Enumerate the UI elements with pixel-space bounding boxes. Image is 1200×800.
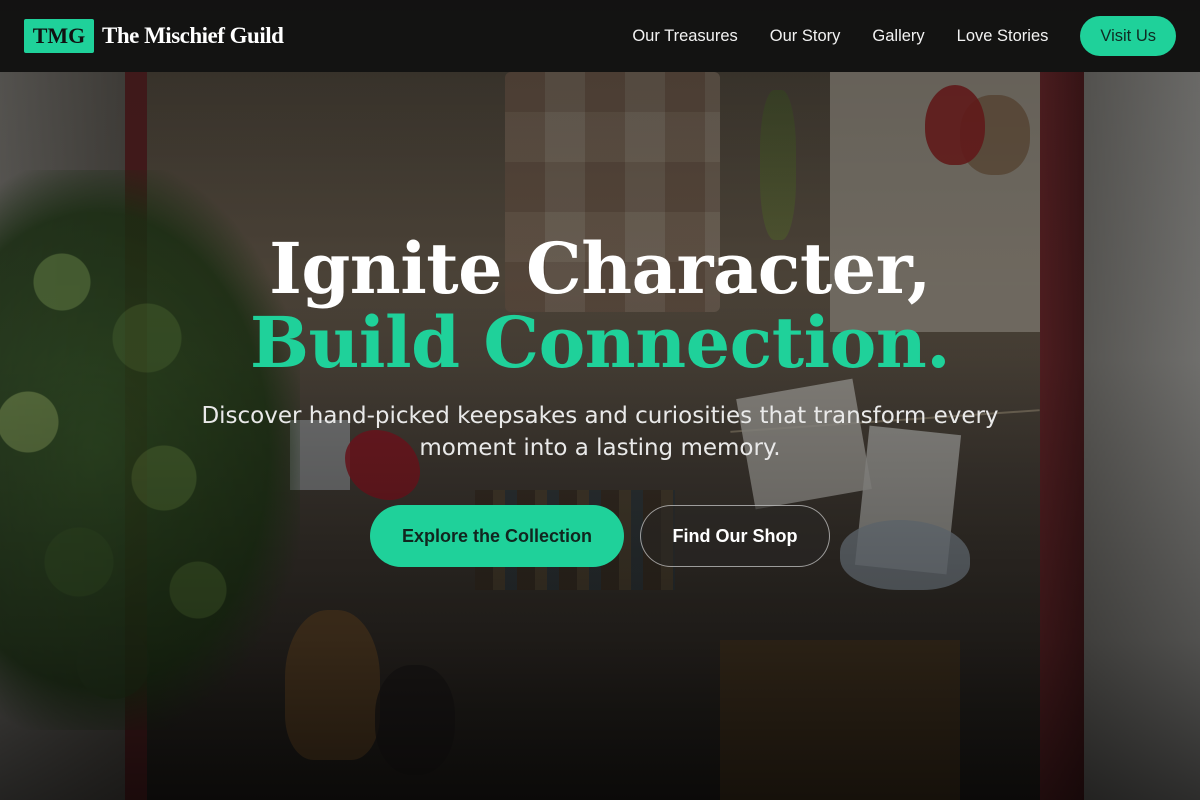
find-our-shop-button[interactable]: Find Our Shop bbox=[640, 505, 830, 567]
headline-line-2: Build Connection. bbox=[249, 301, 951, 384]
brand-logo-link[interactable]: TMG The Mischief Guild bbox=[24, 19, 284, 53]
navbar: TMG The Mischief Guild Our Treasures Our… bbox=[0, 0, 1200, 72]
main-nav: Our Treasures Our Story Gallery Love Sto… bbox=[600, 16, 1176, 56]
hero-subtitle: Discover hand-picked keepsakes and curio… bbox=[201, 403, 999, 461]
nav-link-love-stories[interactable]: Love Stories bbox=[957, 27, 1049, 46]
visit-us-button[interactable]: Visit Us bbox=[1080, 16, 1176, 56]
brand-name: The Mischief Guild bbox=[102, 23, 284, 48]
headline-line-1: Ignite Character, bbox=[269, 227, 931, 310]
hero-content: Ignite Character, Build Connection. Disc… bbox=[0, 72, 1200, 800]
brand-badge: TMG bbox=[24, 19, 94, 53]
explore-collection-button[interactable]: Explore the Collection bbox=[370, 505, 624, 567]
nav-link-our-story[interactable]: Our Story bbox=[770, 27, 841, 46]
hero-headline: Ignite Character, Build Connection. bbox=[0, 232, 1200, 380]
nav-link-gallery[interactable]: Gallery bbox=[872, 27, 924, 46]
nav-link-our-treasures[interactable]: Our Treasures bbox=[632, 27, 737, 46]
